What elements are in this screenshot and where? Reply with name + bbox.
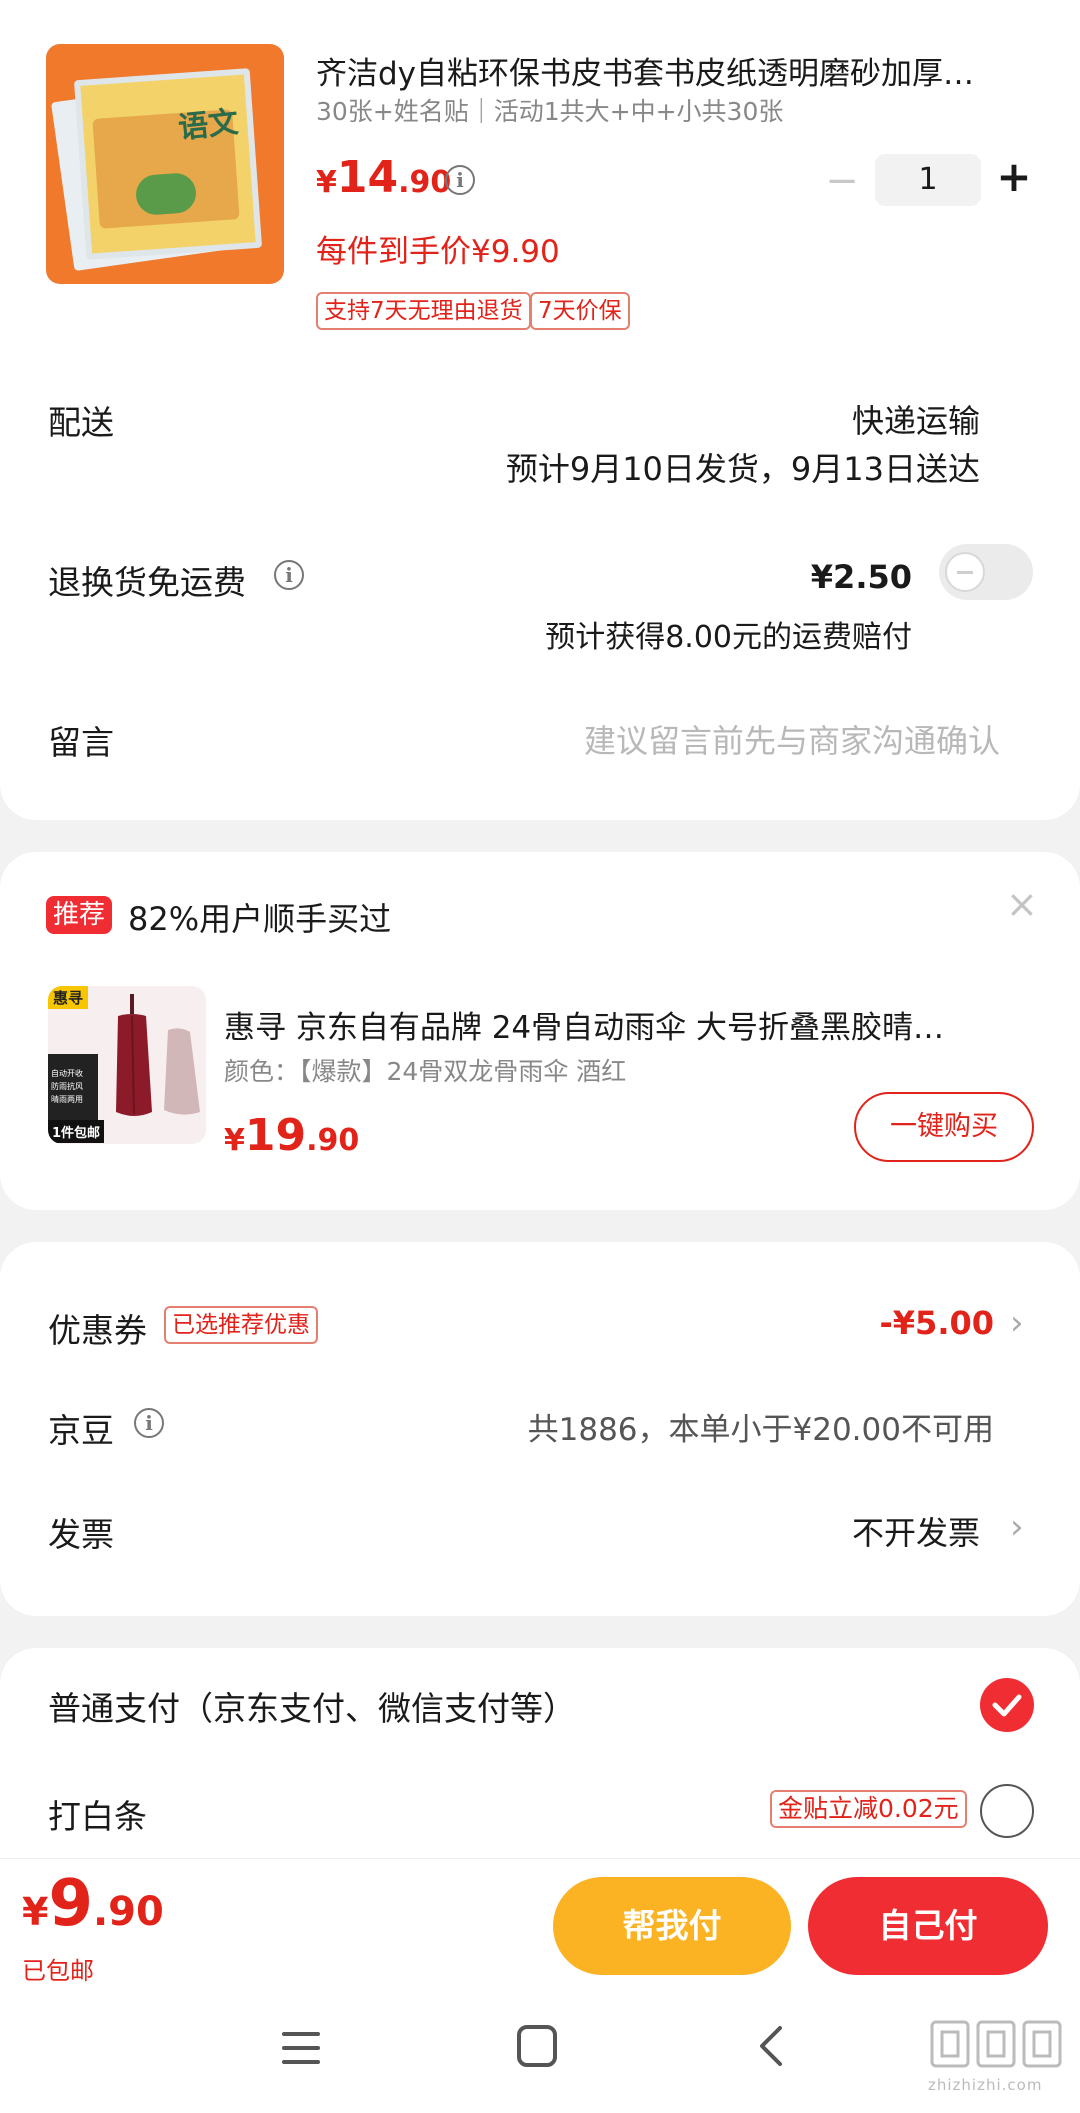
return-shipping-label: 退换货免运费: [48, 563, 246, 602]
normal-pay-label[interactable]: 普通支付（京东支付、微信支付等）: [48, 1682, 576, 1730]
recent-apps-icon[interactable]: [280, 2028, 322, 2068]
price-symbol: ¥: [224, 1123, 245, 1158]
recommend-product-spec: 颜色：【爆款】24骨双龙骨雨伞 酒红: [224, 1057, 627, 1086]
recommend-headline: 82%用户顺手买过: [128, 900, 392, 938]
invoice-value[interactable]: 不开发票: [852, 1508, 980, 1554]
home-icon[interactable]: [516, 2024, 558, 2068]
close-icon[interactable]: ×: [1006, 882, 1038, 926]
return-policy-tag: 支持7天无理由退货: [316, 292, 531, 330]
return-shipping-price: ¥2.50: [810, 558, 912, 596]
delivery-label: 配送: [48, 403, 114, 442]
return-shipping-info-icon[interactable]: i: [274, 560, 304, 590]
free-shipping-badge: 1件包邮: [48, 1120, 105, 1143]
recommend-badge: 推荐: [46, 896, 113, 934]
product-price: ¥14.90: [316, 152, 451, 203]
baitiao-label[interactable]: 打白条: [48, 1790, 147, 1838]
watermark-text: zhizhizhi.com: [928, 2076, 1043, 2094]
self-pay-button[interactable]: 自己付: [808, 1877, 1048, 1975]
price-decimal: .90: [306, 1123, 360, 1158]
shipping-status: 已包邮: [22, 1957, 94, 1985]
invoice-label: 发票: [48, 1515, 114, 1554]
coupon-recommended-tag: 已选推荐优惠: [164, 1306, 318, 1344]
system-nav-bar: zhizhizhi.com: [0, 1988, 1080, 2113]
back-icon[interactable]: [756, 2024, 786, 2068]
coupon-value[interactable]: -¥5.00: [880, 1304, 995, 1342]
qty-input[interactable]: 1: [875, 154, 981, 206]
baitiao-promo-tag: 金贴立减0.02元: [770, 1790, 967, 1828]
delivery-method[interactable]: 快递运输: [852, 396, 980, 442]
one-click-buy-button[interactable]: 一键购买: [854, 1092, 1034, 1162]
coupon-label: 优惠券: [48, 1311, 147, 1350]
return-shipping-note: 预计获得8.00元的运费赔付: [545, 620, 912, 655]
feature-3: 晴雨两用: [51, 1095, 83, 1104]
message-label: 留言: [48, 723, 114, 762]
feature-2: 防雨抗风: [51, 1082, 83, 1091]
price-decimal: .90: [398, 165, 452, 200]
coupon-chevron-icon[interactable]: ›: [1010, 1306, 1024, 1340]
message-input[interactable]: 建议留言前先与商家沟通确认: [584, 716, 1000, 762]
price-decimal: .90: [92, 1889, 164, 1935]
book-cover-text: 语文: [176, 104, 241, 147]
qty-minus-button[interactable]: −: [822, 158, 862, 204]
price-protect-tag: 7天价保: [530, 292, 630, 330]
delivery-eta: 预计9月10日发货，9月13日送达: [505, 450, 980, 488]
qty-plus-button[interactable]: +: [992, 152, 1036, 201]
product-thumbnail[interactable]: 语文: [46, 44, 284, 284]
invoice-chevron-icon[interactable]: ›: [1010, 1510, 1024, 1544]
price-integer: 9: [48, 1867, 93, 1941]
total-price: ¥9.90: [22, 1867, 164, 1941]
baitiao-radio[interactable]: [980, 1784, 1034, 1838]
watermark-logo: zhizhizhi.com: [928, 2016, 1068, 2094]
product-title[interactable]: 齐洁dy自粘环保书皮书套书皮纸透明磨砂加厚…: [316, 48, 1046, 93]
return-shipping-toggle[interactable]: [939, 544, 1033, 600]
price-integer: 19: [244, 1110, 307, 1161]
price-symbol: ¥: [22, 1890, 49, 1934]
checkout-bar: ¥9.90 已包邮 帮我付 自己付: [0, 1858, 1080, 1988]
normal-pay-check-icon[interactable]: [980, 1678, 1034, 1732]
final-price: 每件到手价¥9.90: [316, 234, 560, 270]
help-pay-button[interactable]: 帮我付: [553, 1877, 791, 1975]
beans-value: 共1886，本单小于¥20.00不可用: [527, 1412, 994, 1448]
recommend-product-title[interactable]: 惠寻 京东自有品牌 24骨自动雨伞 大号折叠黑胶晴…: [224, 1002, 1014, 1047]
recommend-thumbnail[interactable]: 惠寻 自动开收 防雨抗风 晴雨两用 1件包邮: [48, 986, 206, 1144]
brand-badge: 惠寻: [48, 986, 89, 1009]
recommend-price: ¥19.90: [224, 1110, 359, 1161]
product-spec[interactable]: 30张+姓名贴｜活动1共大+中+小共30张: [316, 92, 783, 128]
price-symbol: ¥: [316, 165, 337, 200]
price-integer: 14: [336, 152, 399, 203]
beans-label: 京豆: [48, 1411, 114, 1450]
discounts-card: 优惠券 已选推荐优惠 -¥5.00 › 京豆 i 共1886，本单小于¥20.0…: [0, 1242, 1080, 1616]
price-info-icon[interactable]: i: [445, 165, 475, 195]
product-card: 语文 齐洁dy自粘环保书皮书套书皮纸透明磨砂加厚… 30张+姓名贴｜活动1共大+…: [0, 0, 1080, 820]
feature-1: 自动开收: [51, 1069, 83, 1078]
recommend-card: 推荐 82%用户顺手买过 × 惠寻 自动开收 防雨抗风 晴雨两用 1件包邮 惠寻…: [0, 852, 1080, 1210]
toggle-knob: [945, 552, 985, 592]
beans-info-icon[interactable]: i: [134, 1408, 164, 1438]
